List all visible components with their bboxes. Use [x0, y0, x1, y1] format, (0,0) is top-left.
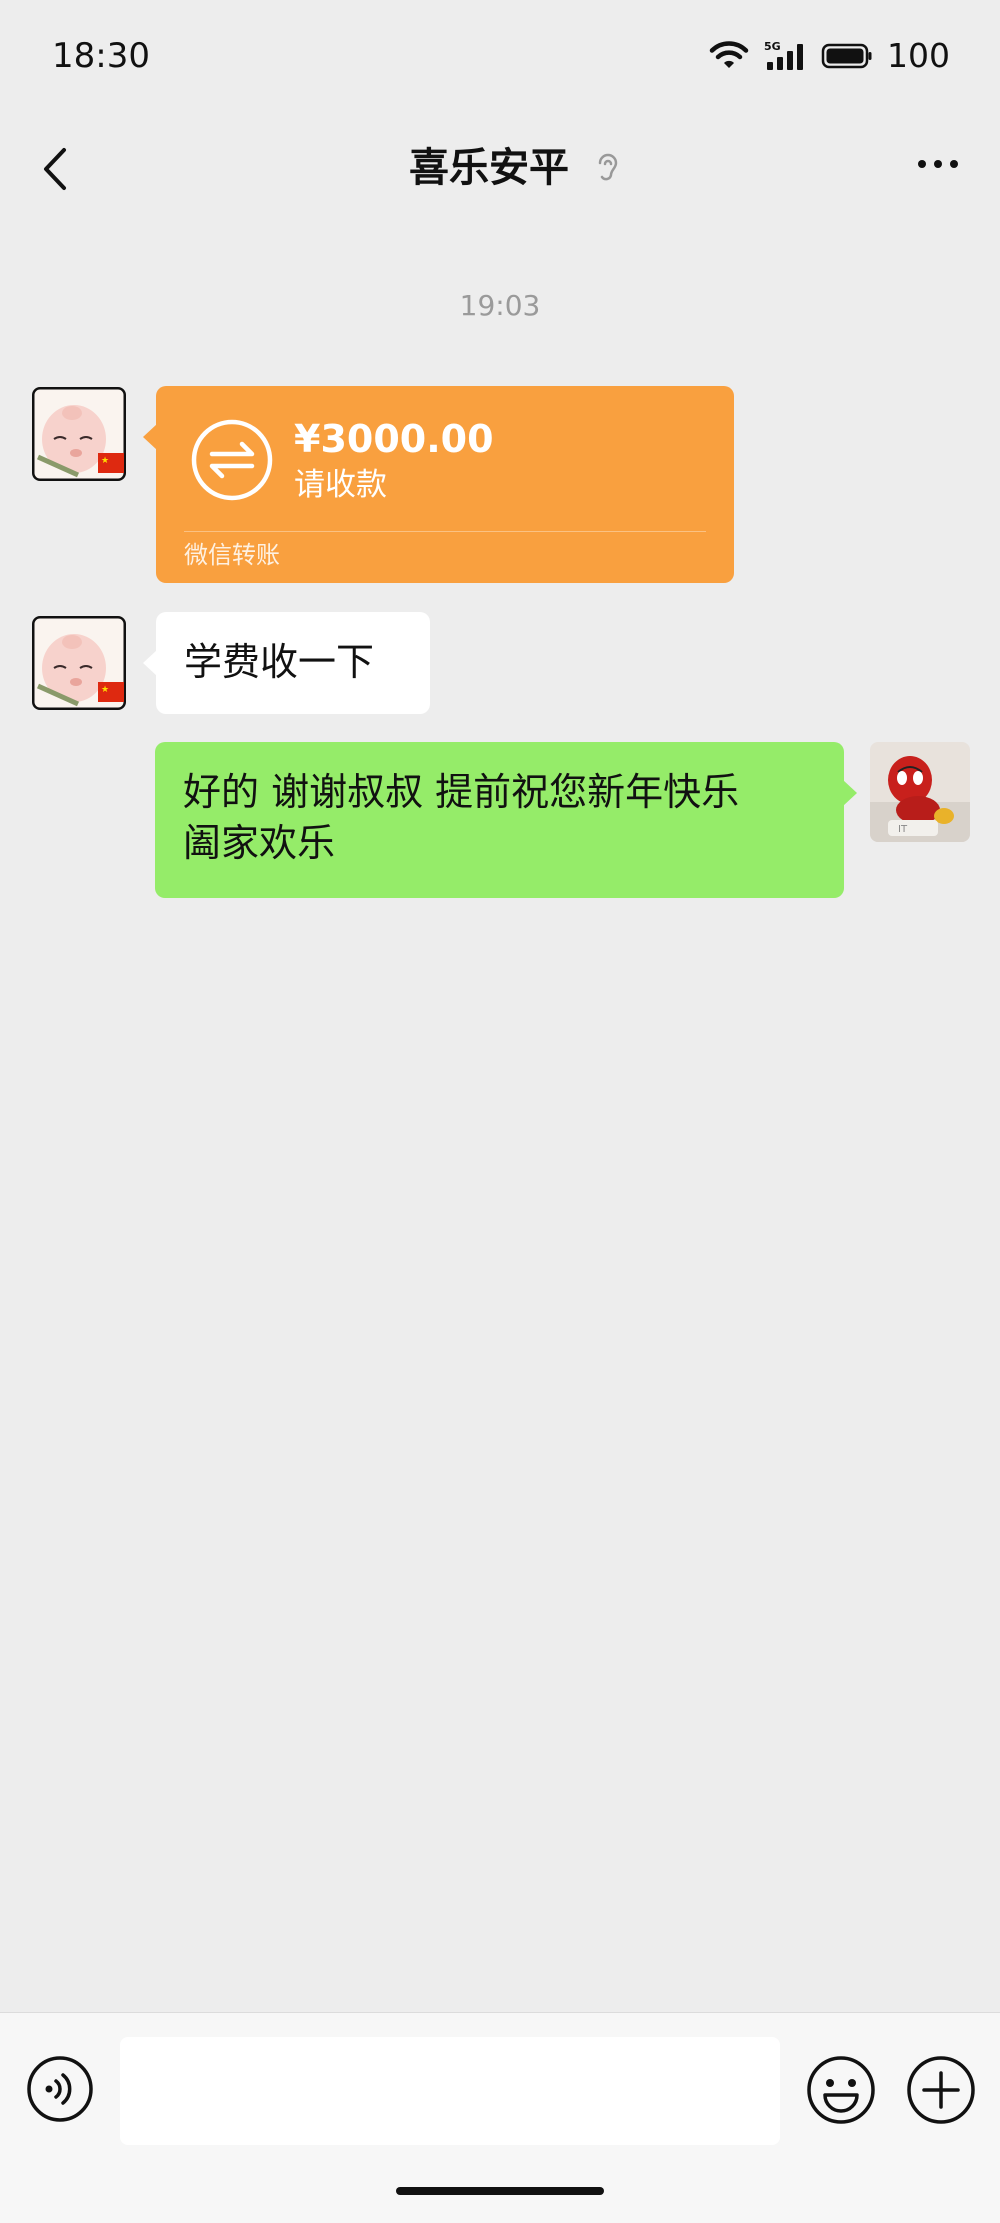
- battery-icon: [821, 43, 872, 69]
- emoji-icon[interactable]: [806, 2055, 876, 2125]
- message-text: 学费收一下: [184, 640, 375, 684]
- chat-title-bar: 喜乐安平: [0, 140, 1000, 196]
- ear-icon: [598, 153, 618, 181]
- signal-5g-icon: 5G: [764, 40, 803, 70]
- svg-text:★: ★: [101, 456, 109, 466]
- input-bar: [0, 2012, 1000, 2223]
- contact-avatar-image: ★: [32, 616, 126, 710]
- transfer-status: 请收款: [294, 467, 387, 503]
- page-title: 喜乐安平: [409, 145, 569, 191]
- transfer-footer: 微信转账: [184, 541, 280, 569]
- status-time: 18:30: [52, 36, 150, 76]
- plus-icon[interactable]: [906, 2055, 976, 2125]
- transfer-card[interactable]: ¥3000.00 请收款 微信转账: [143, 386, 734, 583]
- status-icons: 5G 100: [709, 34, 950, 78]
- voice-icon[interactable]: [26, 2055, 94, 2123]
- message-text-line-1: 好的 谢谢叔叔 提前祝您新年快乐: [183, 770, 740, 814]
- contact-avatar-image: ★: [32, 387, 126, 481]
- wifi-icon: [709, 41, 749, 68]
- battery-level: 100: [887, 36, 950, 75]
- message-timestamp: 19:03: [459, 289, 541, 322]
- svg-text:IT: IT: [898, 824, 908, 835]
- transfer-amount: ¥3000.00: [294, 417, 494, 461]
- avatar[interactable]: IT: [870, 742, 970, 842]
- home-indicator[interactable]: [396, 2187, 604, 2195]
- avatar[interactable]: ★: [32, 387, 126, 481]
- transfer-divider: [184, 531, 706, 532]
- avatar[interactable]: ★: [32, 616, 126, 710]
- outgoing-message-bubble[interactable]: 好的 谢谢叔叔 提前祝您新年快乐 阖家欢乐: [155, 742, 857, 898]
- self-avatar-image: IT: [870, 742, 970, 842]
- svg-text:★: ★: [101, 685, 109, 695]
- message-input[interactable]: [120, 2037, 780, 2145]
- more-dots-icon[interactable]: [918, 160, 958, 168]
- incoming-message-bubble[interactable]: 学费收一下: [143, 612, 430, 714]
- svg-text:5G: 5G: [764, 40, 781, 53]
- message-text-line-2: 阖家欢乐: [183, 821, 336, 865]
- transfer-arrows-icon: [191, 419, 273, 501]
